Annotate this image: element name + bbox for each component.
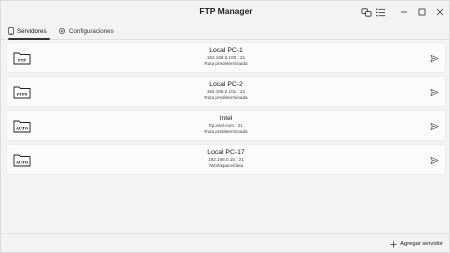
server-card[interactable]: FTP Local PC-1 192.168.0.100 : 21 Ruta p…: [6, 42, 446, 73]
send-icon: [430, 88, 438, 96]
tab-bar: Servidores Configuraciones: [1, 23, 450, 39]
send-icon: [430, 54, 438, 62]
server-card[interactable]: AUTO Local PC-17 192.168.0.15 : 21 /Work…: [6, 144, 446, 175]
server-card[interactable]: AUTO Intel ftp.intel.com : 21 Ruta prede…: [6, 110, 446, 141]
connect-button[interactable]: [429, 155, 439, 165]
maximize-icon: [418, 8, 426, 16]
connect-button[interactable]: [429, 87, 439, 97]
tab-servers-label: Servidores: [17, 27, 47, 35]
folder-icon: FTP: [13, 49, 31, 67]
send-icon: [430, 156, 438, 164]
chat-translate-icon[interactable]: [360, 6, 372, 18]
footer-divider: [1, 233, 450, 234]
server-info: Local PC-2 192.168.0.101 : 21 Ruta prede…: [47, 80, 405, 101]
close-button[interactable]: [433, 5, 447, 19]
tab-settings-label: Configuraciones: [69, 27, 114, 35]
folder-icon: FTPS: [13, 83, 31, 101]
connect-button[interactable]: [429, 121, 439, 131]
tab-settings[interactable]: Configuraciones: [58, 24, 114, 38]
server-name: Local PC-2: [209, 81, 243, 88]
folder-icon: AUTO: [13, 151, 31, 169]
active-tab-indicator: [8, 38, 50, 40]
plus-icon: [390, 240, 397, 248]
connect-button[interactable]: [429, 53, 439, 63]
maximize-button[interactable]: [415, 5, 429, 19]
server-path: /Workspace/data: [208, 163, 244, 168]
server-info: Local PC-1 192.168.0.100 : 21 Ruta prede…: [47, 46, 405, 67]
folder-icon: AUTO: [13, 117, 31, 135]
server-info: Intel ftp.intel.com : 21 Ruta predetermi…: [47, 114, 405, 135]
app-window: FTP Manager Servidores Configuraciones F…: [0, 0, 450, 253]
server-name: Local PC-17: [207, 149, 245, 156]
title-bar: FTP Manager: [1, 1, 450, 23]
server-name: Intel: [219, 115, 233, 122]
svg-text:AUTO: AUTO: [15, 127, 28, 131]
minimize-button[interactable]: [397, 5, 411, 19]
server-path: Ruta predeterminada: [204, 61, 248, 66]
close-icon: [436, 8, 444, 16]
tab-servers[interactable]: Servidores: [8, 24, 47, 38]
svg-text:FTPS: FTPS: [17, 93, 28, 97]
add-server-button[interactable]: Agregar servidor: [390, 239, 443, 249]
svg-text:FTP: FTP: [18, 59, 26, 63]
add-server-label: Agregar servidor: [400, 241, 443, 247]
server-name: Local PC-1: [209, 47, 243, 54]
server-info: Local PC-17 192.168.0.15 : 21 /Workspace…: [47, 148, 405, 169]
server-card[interactable]: FTPS Local PC-2 192.168.0.101 : 21 Ruta …: [6, 76, 446, 107]
gear-icon: [59, 28, 65, 34]
phone-icon: [8, 27, 14, 35]
server-path: Ruta predeterminada: [204, 129, 248, 134]
send-icon: [430, 122, 438, 130]
tabs-divider: [1, 39, 450, 40]
server-path: Ruta predeterminada: [204, 95, 248, 100]
svg-text:AUTO: AUTO: [15, 161, 28, 165]
list-menu-icon[interactable]: [374, 6, 386, 18]
minimize-icon: [401, 11, 407, 13]
